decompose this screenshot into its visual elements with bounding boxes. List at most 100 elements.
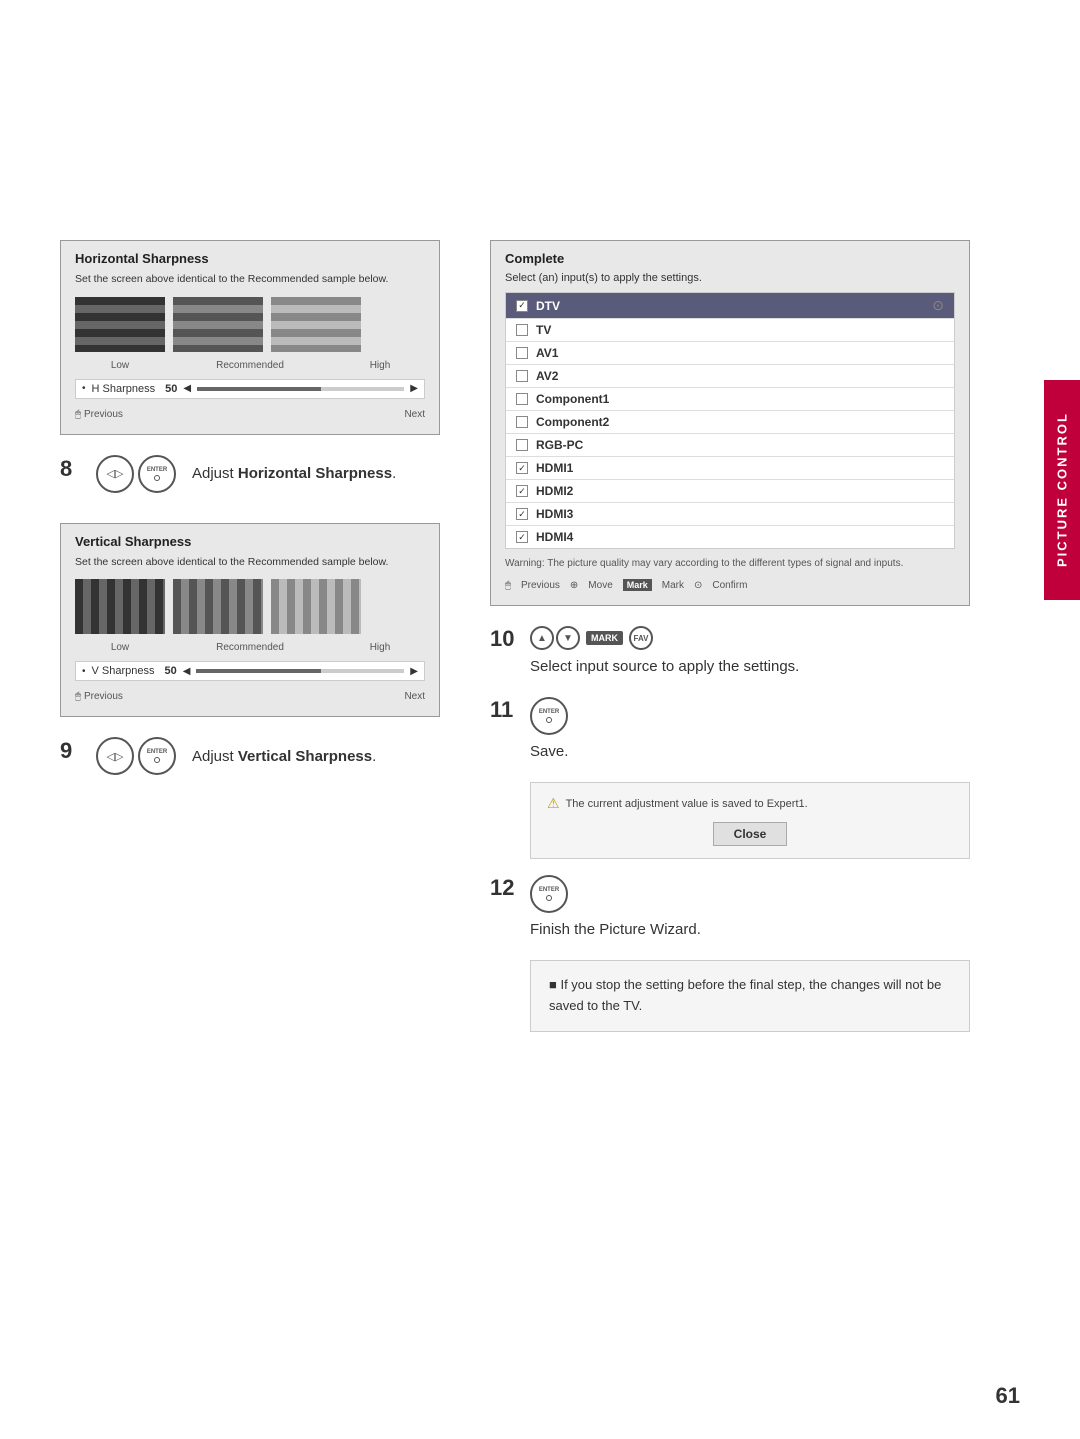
v-next-btn[interactable]: Next [404,691,425,702]
input-row-tv[interactable]: TV [506,319,954,342]
checkbox-hdmi4[interactable] [516,531,528,543]
h-next-btn[interactable]: Next [404,409,425,420]
input-row-dtv[interactable]: DTV ⊙ [506,293,954,319]
step-11-content: ENTER Save. [530,697,970,760]
vertical-sharpness-box: Vertical Sharpness Set the screen above … [60,523,440,718]
close-button[interactable]: Close [713,822,788,846]
h-label-high: High [335,360,425,371]
checkbox-tv[interactable] [516,324,528,336]
step-8-prefix: Adjust [192,465,238,482]
input-row-comp2[interactable]: Component2 [506,411,954,434]
h-ctrl-label: H Sharpness [92,383,156,395]
input-label-hdmi3: HDMI3 [536,507,944,521]
v-ctrl-label: V Sharpness [92,665,155,677]
enter-label-8: ENTER [147,467,167,473]
v-label-low: Low [75,642,165,653]
nav-mark-label: Mark [662,580,684,591]
enter-dot-12 [546,895,552,901]
h-ctrl-slider[interactable] [197,387,404,391]
input-row-comp1[interactable]: Component1 [506,388,954,411]
v-ctrl-left-arrow[interactable] [183,666,191,677]
h-label-low: Low [75,360,165,371]
step-9-num: 9 [60,738,80,764]
input-label-tv: TV [536,323,944,337]
checkbox-av1[interactable] [516,347,528,359]
input-row-av1[interactable]: AV1 [506,342,954,365]
h-ctrl-right-arrow[interactable] [410,383,418,394]
step-9-bold: Vertical [238,748,291,765]
v-prev-label: Previous [84,691,123,702]
step-10-icons: ▲ ▼ MARK FAV [530,626,970,650]
input-row-hdmi2[interactable]: HDMI2 [506,480,954,503]
input-label-comp2: Component2 [536,415,944,429]
lr-arrows: ◁▷ [107,467,124,480]
input-row-hdmi1[interactable]: HDMI1 [506,457,954,480]
input-label-hdmi2: HDMI2 [536,484,944,498]
h-bars-wrapper [75,297,425,352]
horizontal-sharpness-box: Horizontal Sharpness Set the screen abov… [60,240,440,435]
save-msg: The current adjustment value is saved to… [566,798,808,810]
lr-icon-9: ◁▷ [96,737,134,775]
nav-move-icon: ⊕ [570,580,578,591]
fav-icon: FAV [629,626,653,650]
input-row-av2[interactable]: AV2 [506,365,954,388]
enter-icon-11: ENTER [530,697,568,735]
h-sharpness-desc: Set the screen above identical to the Re… [75,272,425,287]
warning-text: Warning: The picture quality may vary ac… [505,557,955,571]
step-8-num: 8 [60,456,80,482]
checkbox-dtv[interactable] [516,300,528,312]
down-icon: ▼ [556,626,580,650]
input-label-av2: AV2 [536,369,944,383]
checkbox-hdmi3[interactable] [516,508,528,520]
checkbox-hdmi1[interactable] [516,462,528,474]
complete-desc: Select (an) input(s) to apply the settin… [505,272,955,284]
step-10-block: 10 ▲ ▼ MARK FAV Select input source to a… [490,626,970,675]
v-label-high: High [335,642,425,653]
input-row-hdmi4[interactable]: HDMI4 [506,526,954,548]
nav-confirm-label: Confirm [712,580,747,591]
step-9-block: 9 ◁▷ ENTER Adjust Vertical Sharpness. [60,737,440,775]
save-box: ⚠ The current adjustment value is saved … [530,782,970,859]
step-11-text: Save. [530,743,970,760]
enter-label-9: ENTER [147,749,167,755]
input-list: DTV ⊙ TV AV1 AV2 [505,292,955,549]
h-prev-btn[interactable]: 🖱 Previous [75,409,123,420]
checkbox-hdmi2[interactable] [516,485,528,497]
input-row-hdmi3[interactable]: HDMI3 [506,503,954,526]
nav-prev-label: Previous [521,580,560,591]
input-label-comp1: Component1 [536,392,944,406]
step-10-content: ▲ ▼ MARK FAV Select input source to appl… [530,626,970,675]
v-bar-labels: Low Recommended High [75,642,425,653]
step-9-bold2: Sharpness [295,748,372,765]
complete-panel: Complete Select (an) input(s) to apply t… [490,240,970,606]
checkbox-av2[interactable] [516,370,528,382]
nav-confirm-icon: ⊙ [694,580,702,591]
enter-icon-8: ENTER [138,455,176,493]
checkbox-comp1[interactable] [516,393,528,405]
complete-title: Complete [505,251,955,266]
step-12-block: 12 ENTER Finish the Picture Wizard. [490,875,970,938]
checkbox-comp2[interactable] [516,416,528,428]
v-ctrl-value: 50 [165,665,177,677]
side-tab-label: PICTURE CONTROL [1055,413,1070,568]
v-ctrl-right-arrow[interactable] [410,666,418,677]
h-sharpness-control: • H Sharpness 50 [75,379,425,399]
nav-move-label: Move [588,580,612,591]
step-8-block: 8 ◁▷ ENTER Adjust Horizontal Sharpness. [60,455,440,493]
v-prev-btn[interactable]: 🖱 Previous [75,691,123,702]
page-container: PICTURE CONTROL Horizontal Sharpness Set… [0,0,1080,1439]
h-ctrl-left-arrow[interactable] [183,383,191,394]
right-column: Complete Select (an) input(s) to apply t… [490,240,1020,1032]
step-8-icons: ◁▷ ENTER [96,455,176,493]
input-row-rgbpc[interactable]: RGB-PC [506,434,954,457]
checkbox-rgbpc[interactable] [516,439,528,451]
step-8-text: Adjust Horizontal Sharpness. [192,465,396,482]
step-10-text: Select input source to apply the setting… [530,658,970,675]
enter-icon-12: ENTER [530,875,568,913]
h-prev-label: Previous [84,409,123,420]
v-ctrl-slider[interactable] [196,669,404,673]
h-bullet: • [82,383,86,394]
h-sharpness-title: Horizontal Sharpness [75,251,425,266]
step-8-suffix: . [392,465,396,482]
h-bar-labels: Low Recommended High [75,360,425,371]
